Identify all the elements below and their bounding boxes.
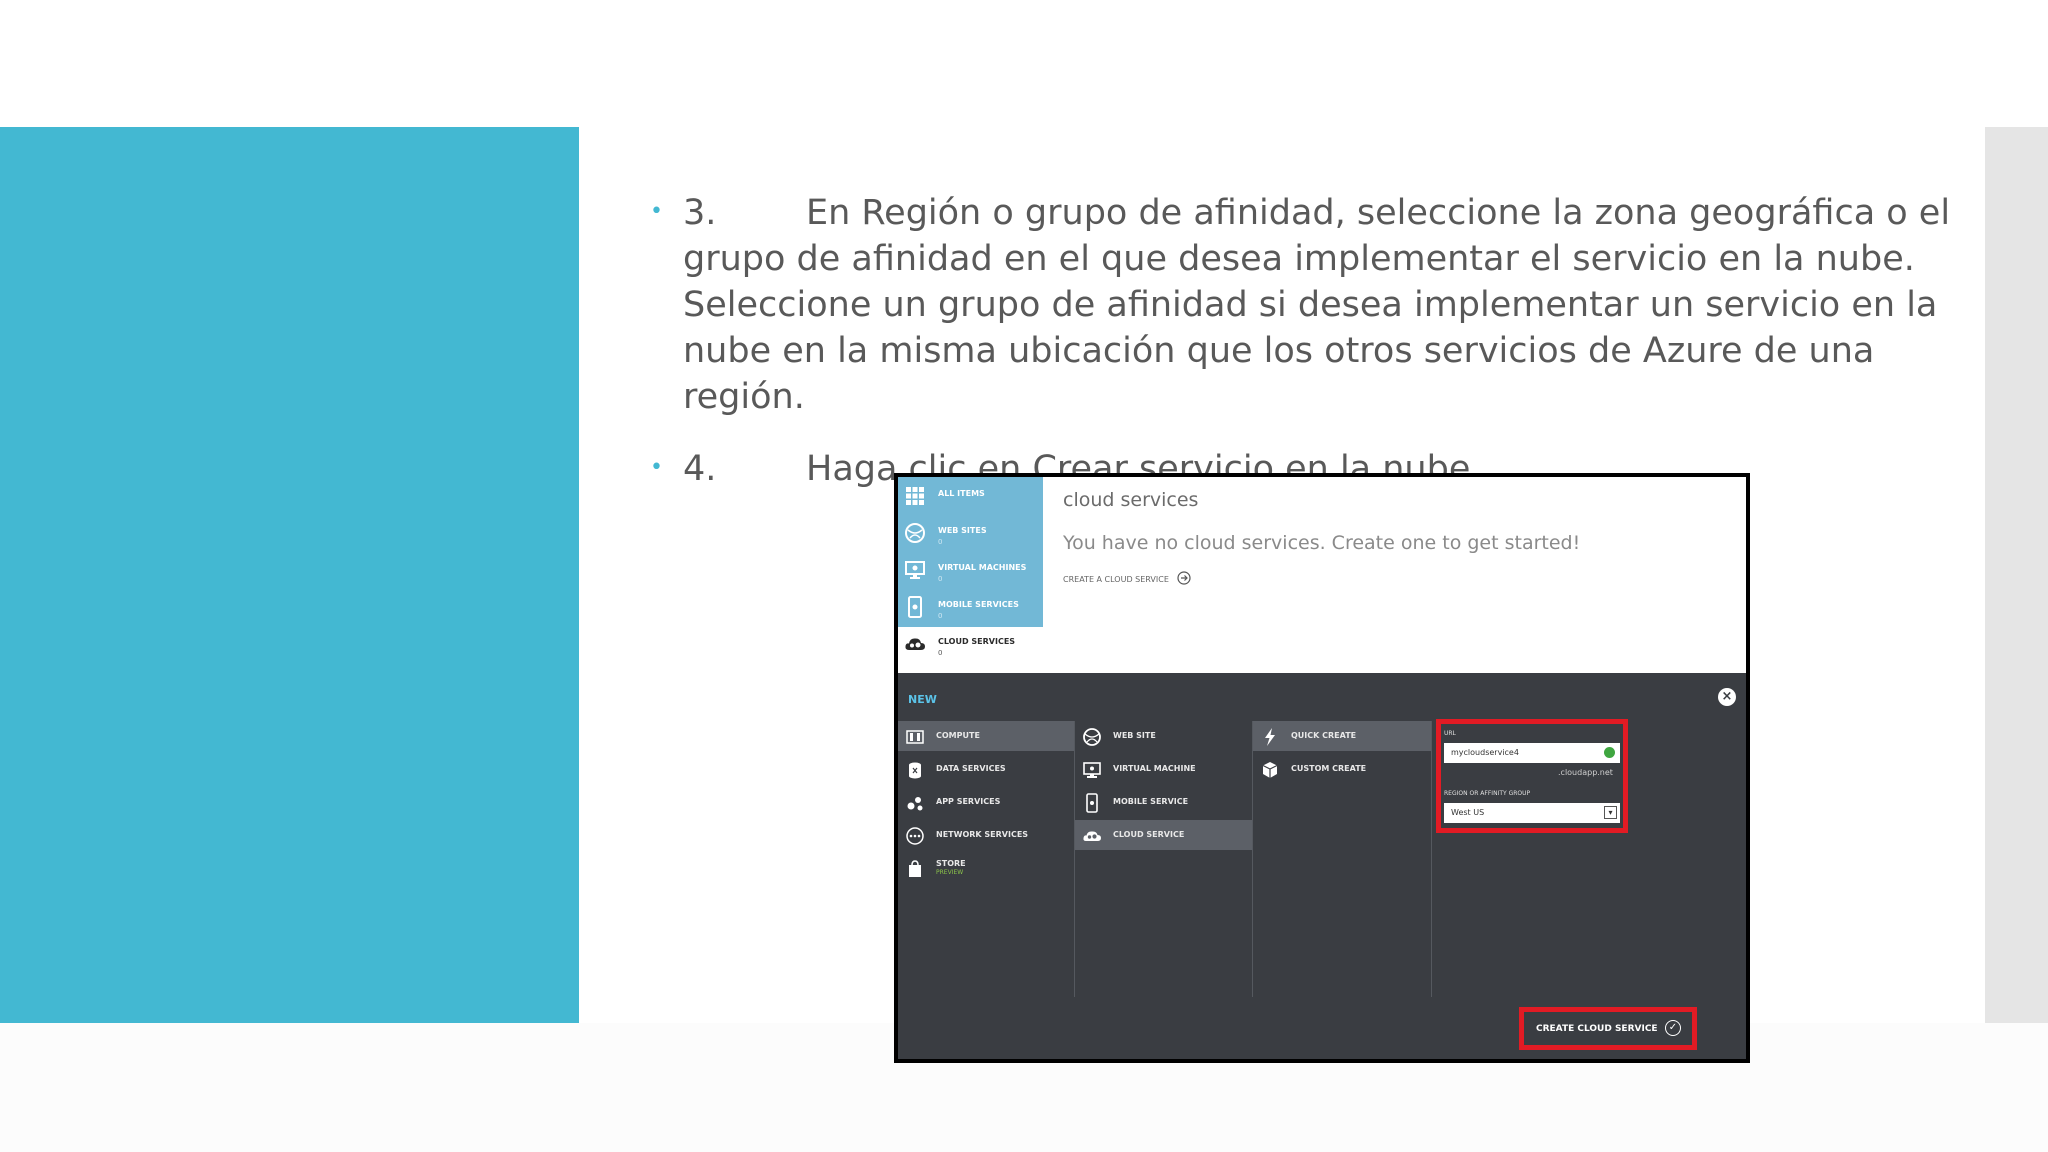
globe-icon bbox=[905, 523, 925, 543]
menu-item-label: CLOUD SERVICE bbox=[1113, 830, 1185, 839]
menu-item-network-services[interactable]: NETWORK SERVICES bbox=[898, 820, 1074, 850]
database-icon bbox=[909, 762, 921, 779]
menu-item-mobile-service[interactable]: MOBILE SERVICE bbox=[1075, 787, 1252, 817]
shopping-bag-icon bbox=[909, 860, 921, 877]
category-column: COMPUTE DATA SERVICES APP SERVICES NETWO… bbox=[898, 721, 1074, 997]
mobile-icon bbox=[908, 596, 922, 618]
globe-icon bbox=[1083, 728, 1101, 746]
menu-item-cloud-service[interactable]: CLOUD SERVICE bbox=[1075, 820, 1252, 850]
nav-item-label: ALL ITEMS bbox=[938, 489, 985, 498]
bullet-number: 4. bbox=[683, 449, 717, 489]
package-icon bbox=[1262, 762, 1278, 778]
nav-item-label: WEB SITES bbox=[938, 526, 987, 535]
nav-item-count: 0 bbox=[938, 575, 943, 583]
portal-screenshot: ALL ITEMS WEB SITES 0 VIRTUAL MACHINES 0… bbox=[894, 473, 1750, 1063]
nav-item-all-items[interactable]: ALL ITEMS bbox=[898, 479, 1043, 516]
compute-type-column: WEB SITE VIRTUAL MACHINE MOBILE SERVICE … bbox=[1075, 721, 1252, 997]
lightning-icon bbox=[1265, 728, 1275, 746]
bullet-dot-icon: • bbox=[650, 455, 663, 480]
nav-item-count: 0 bbox=[938, 612, 943, 620]
nav-item-label: MOBILE SERVICES bbox=[938, 600, 1019, 609]
new-panel: NEW × COMPUTE DATA SERVICES APP SERVICES… bbox=[898, 673, 1746, 1059]
create-mode-column: QUICK CREATE CUSTOM CREATE bbox=[1253, 721, 1431, 997]
menu-item-label: STORE bbox=[936, 859, 966, 868]
column-divider bbox=[1431, 721, 1432, 997]
nav-item-cloud-services[interactable]: CLOUD SERVICES 0 bbox=[898, 627, 1043, 664]
menu-item-label: CUSTOM CREATE bbox=[1291, 764, 1367, 773]
menu-item-compute[interactable]: COMPUTE bbox=[898, 721, 1074, 751]
bullet-item-3: • 3. En Región o grupo de afinidad, selec… bbox=[650, 190, 1990, 420]
bullet-list: • 3. En Región o grupo de afinidad, selec… bbox=[650, 190, 1990, 518]
nav-item-count: 0 bbox=[938, 538, 943, 546]
nav-item-label: VIRTUAL MACHINES bbox=[938, 563, 1027, 572]
menu-item-store[interactable]: STORE PREVIEW bbox=[898, 853, 1074, 883]
menu-item-label: APP SERVICES bbox=[936, 797, 1001, 806]
new-panel-title: NEW bbox=[908, 693, 937, 706]
menu-item-data-services[interactable]: DATA SERVICES bbox=[898, 754, 1074, 784]
bullet-dot-icon: • bbox=[650, 199, 663, 224]
menu-item-label: MOBILE SERVICE bbox=[1113, 797, 1189, 806]
cloud-gears-icon bbox=[1083, 831, 1101, 841]
create-cloud-service-link[interactable]: CREATE A CLOUD SERVICE bbox=[1063, 575, 1169, 584]
preview-badge: PREVIEW bbox=[936, 869, 964, 876]
menu-item-custom-create[interactable]: CUSTOM CREATE bbox=[1253, 754, 1431, 784]
close-icon[interactable]: × bbox=[1718, 688, 1736, 706]
menu-item-web-site[interactable]: WEB SITE bbox=[1075, 721, 1252, 751]
mobile-icon bbox=[1086, 793, 1098, 813]
portal-nav: ALL ITEMS WEB SITES 0 VIRTUAL MACHINES 0… bbox=[898, 477, 1043, 673]
page-title: cloud services bbox=[1063, 489, 1199, 511]
highlight-create-button bbox=[1519, 1007, 1697, 1050]
compute-icon bbox=[906, 730, 924, 744]
nav-item-mobile-services[interactable]: MOBILE SERVICES 0 bbox=[898, 590, 1043, 627]
empty-state-message: You have no cloud services. Create one t… bbox=[1063, 532, 1581, 554]
monitor-icon bbox=[905, 561, 925, 579]
nav-item-label: CLOUD SERVICES bbox=[938, 637, 1016, 646]
bullet-number: 3. bbox=[683, 193, 717, 233]
monitor-icon bbox=[1083, 762, 1101, 778]
menu-item-app-services[interactable]: APP SERVICES bbox=[898, 787, 1074, 817]
cloud-gears-icon bbox=[905, 638, 925, 650]
nav-item-web-sites[interactable]: WEB SITES 0 bbox=[898, 516, 1043, 553]
menu-item-label: WEB SITE bbox=[1113, 731, 1156, 740]
menu-item-label: DATA SERVICES bbox=[936, 764, 1006, 773]
side-strip bbox=[1985, 127, 2048, 1023]
grid-icon bbox=[906, 487, 924, 505]
network-icon bbox=[906, 827, 924, 845]
menu-item-virtual-machine[interactable]: VIRTUAL MACHINE bbox=[1075, 754, 1252, 784]
menu-item-quick-create[interactable]: QUICK CREATE bbox=[1253, 721, 1431, 751]
menu-item-label: NETWORK SERVICES bbox=[936, 830, 1029, 839]
nav-item-count: 0 bbox=[938, 649, 943, 657]
highlight-form bbox=[1436, 719, 1628, 833]
menu-item-label: VIRTUAL MACHINE bbox=[1113, 764, 1196, 773]
arrow-circle-right-icon[interactable] bbox=[1177, 571, 1191, 585]
accent-panel bbox=[0, 127, 579, 1023]
portal-top-area: ALL ITEMS WEB SITES 0 VIRTUAL MACHINES 0… bbox=[898, 477, 1746, 673]
nav-item-virtual-machines[interactable]: VIRTUAL MACHINES 0 bbox=[898, 553, 1043, 590]
bullet-text: En Región o grupo de afinidad, seleccion… bbox=[683, 193, 1951, 417]
menu-item-label: COMPUTE bbox=[936, 731, 980, 740]
menu-item-label: QUICK CREATE bbox=[1291, 731, 1357, 740]
app-services-icon bbox=[907, 797, 923, 811]
